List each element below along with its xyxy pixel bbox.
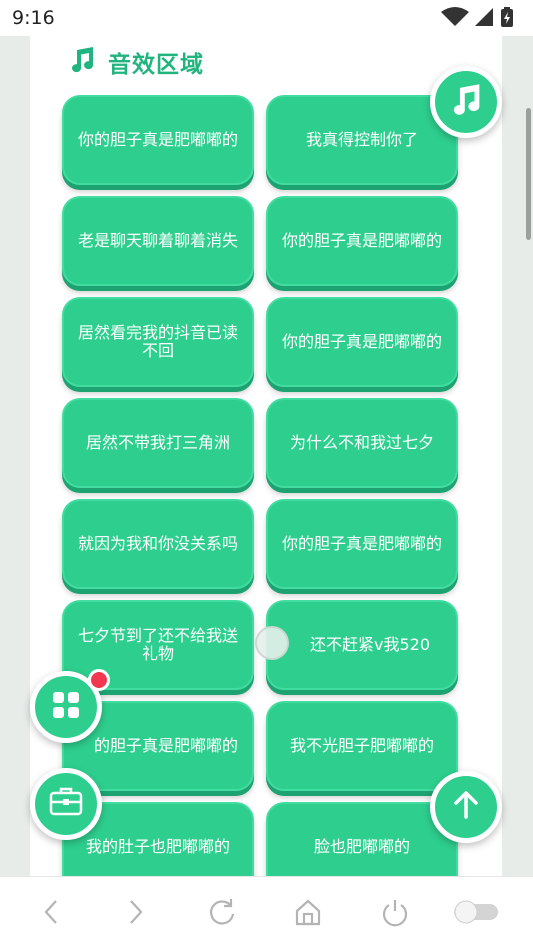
music-note-icon [68,46,96,78]
sound-button-label: 居然看完我的抖音已读不回 [78,323,239,360]
sound-button-label: 居然不带我打三角洲 [85,433,230,452]
sound-button-label: 你的胆子真是肥嘟嘟的 [282,534,443,553]
music-fab[interactable] [430,66,502,138]
scroll-top-fab[interactable] [430,771,502,843]
sound-button-label: 就因为我和你没关系吗 [78,534,239,553]
status-bar: 9:16 [0,0,533,36]
sound-button-label: 的胆子真是肥嘟嘟的 [94,736,239,755]
battery-charging-icon [501,7,513,27]
sound-button[interactable]: 你的胆子真是肥嘟嘟的 [62,95,254,185]
status-icons [439,6,519,28]
sound-button-label: 脸也肥嘟嘟的 [313,837,410,856]
sound-button-label: 老是聊天聊着聊着消失 [78,231,239,250]
sound-button-label: 为什么不和我过七夕 [289,433,434,452]
toggle-icon[interactable] [452,895,500,929]
sound-button[interactable]: 就因为我和你没关系吗 [62,499,254,589]
sound-button-label: 我不光胆子肥嘟嘟的 [289,736,434,755]
sound-button-label: 七夕节到了还不给我送礼物 [78,626,239,663]
wifi-icon [441,7,469,26]
sound-button[interactable]: 为什么不和我过七夕 [266,398,458,488]
grid-icon [51,690,81,724]
section-header: 音效区域 [68,44,204,80]
home-icon[interactable] [291,895,325,929]
sound-button-label: 你的胆子真是肥嘟嘟的 [282,231,443,250]
back-icon[interactable] [34,895,68,929]
sound-button[interactable]: 居然不带我打三角洲 [62,398,254,488]
touch-indicator [255,626,289,660]
arrow-up-icon [451,790,481,824]
power-icon[interactable] [378,895,412,929]
status-time: 9:16 [12,7,55,29]
sound-button[interactable]: 你的胆子真是肥嘟嘟的 [266,297,458,387]
sound-button[interactable]: 我真得控制你了 [266,95,458,185]
sound-button[interactable]: 你的胆子真是肥嘟嘟的 [266,499,458,589]
notification-badge [88,669,110,691]
toolbox-fab[interactable] [30,768,102,840]
music-note-icon [449,83,483,121]
sound-button-label: 你的胆子真是肥嘟嘟的 [78,130,239,149]
section-title: 音效区域 [108,52,204,78]
left-margin [0,36,30,876]
sound-button-label: 我的肚子也肥嘟嘟的 [85,837,230,856]
sound-button-label: 还不赶紧v我520 [309,635,430,654]
scrollbar[interactable] [526,108,531,240]
forward-icon[interactable] [119,895,153,929]
signal-icon [475,8,493,26]
sound-button[interactable]: 我不光胆子肥嘟嘟的 [266,701,458,791]
sound-button[interactable]: 你的胆子真是肥嘟嘟的 [266,196,458,286]
sound-button-label: 你的胆子真是肥嘟嘟的 [282,332,443,351]
bottom-nav-bar [0,876,533,948]
sound-button[interactable]: 居然看完我的抖音已读不回 [62,297,254,387]
toolbox-icon [49,787,83,821]
sound-button[interactable]: 还不赶紧v我520 [266,600,458,690]
sound-button-label: 我真得控制你了 [305,130,418,149]
sound-button[interactable]: 老是聊天聊着聊着消失 [62,196,254,286]
refresh-icon[interactable] [205,895,239,929]
